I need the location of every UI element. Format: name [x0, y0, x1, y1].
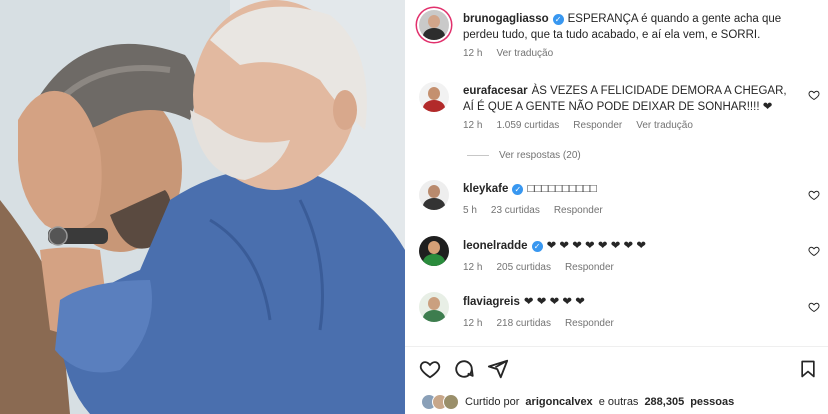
comment-eurafacesar: eurafacesar ÀS VEZES A FELICIDADE DEMORA … — [463, 83, 798, 115]
comment-avatar-kleykafe[interactable] — [419, 180, 449, 210]
comment-text: ❤ ❤ ❤ ❤ ❤ ❤ ❤ ❤ — [546, 240, 647, 252]
comment-username[interactable]: flaviagreis — [463, 296, 520, 308]
comment-kleykafe: kleykafe ✓ □□□□□□□□□□ — [463, 181, 798, 197]
verified-badge-icon: ✓ — [512, 184, 524, 195]
liked-by-user[interactable]: arigoncalvex — [525, 396, 592, 408]
post-actions — [419, 358, 509, 380]
caption-username[interactable]: brunogagliasso — [463, 13, 549, 25]
comment-time: 12 h — [463, 318, 483, 329]
comment-username[interactable]: leonelradde — [463, 240, 528, 252]
comment-likes[interactable]: 218 curtidas — [496, 318, 550, 329]
comment-like-heart-icon[interactable] — [808, 89, 820, 101]
comment-meta: 12 h 1.059 curtidas Responder Ver traduç… — [463, 120, 693, 131]
heart-icon[interactable] — [419, 358, 441, 380]
caption-meta: 12 h Ver tradução — [463, 48, 553, 59]
comment-leonelradde: leonelradde ✓ ❤ ❤ ❤ ❤ ❤ ❤ ❤ ❤ — [463, 238, 798, 254]
comment-time: 12 h — [463, 262, 483, 273]
comment-likes[interactable]: 1.059 curtidas — [496, 120, 559, 131]
view-replies-label[interactable]: Ver respostas (20) — [499, 150, 581, 161]
liked-by-avatars[interactable] — [421, 394, 459, 410]
caption-avatar[interactable] — [419, 10, 449, 40]
reply-link[interactable]: Responder — [554, 205, 603, 216]
comment-like-heart-icon[interactable] — [808, 189, 820, 201]
comment-like-heart-icon[interactable] — [808, 245, 820, 257]
comment-avatar-leonelradde[interactable] — [419, 236, 449, 266]
liked-by: Curtido por arigoncalvex e outras 288,30… — [421, 394, 734, 410]
liked-by-count[interactable]: 288,305 — [644, 396, 684, 408]
verified-badge-icon: ✓ — [552, 14, 564, 25]
bookmark-icon[interactable] — [798, 358, 818, 380]
translate-link[interactable]: Ver tradução — [636, 120, 693, 131]
view-replies[interactable]: Ver respostas (20) — [467, 150, 581, 161]
comments-panel: brunogagliasso ✓ ESPERANÇA é quando a gent… — [405, 0, 828, 414]
comment-text: ❤ ❤ ❤ ❤ ❤ — [523, 296, 585, 308]
comment-time: 5 h — [463, 205, 477, 216]
comment-avatar-flaviagreis[interactable] — [419, 292, 449, 322]
liker-avatar — [443, 394, 459, 410]
comment-icon[interactable] — [453, 358, 475, 380]
post-photo-illustration — [0, 0, 405, 414]
comment-text: □□□□□□□□□□ — [527, 183, 597, 195]
comment-like-heart-icon[interactable] — [808, 301, 820, 313]
comment-meta: 12 h 205 curtidas Responder — [463, 262, 614, 273]
reply-link[interactable]: Responder — [565, 262, 614, 273]
comment-username[interactable]: kleykafe — [463, 183, 508, 195]
verified-badge-icon: ✓ — [531, 241, 543, 252]
caption: brunogagliasso ✓ ESPERANÇA é quando a gent… — [463, 11, 798, 43]
reply-link[interactable]: Responder — [565, 318, 614, 329]
comment-avatar-eurafacesar[interactable] — [419, 82, 449, 112]
comment-meta: 12 h 218 curtidas Responder — [463, 318, 614, 329]
comment-likes[interactable]: 205 curtidas — [496, 262, 550, 273]
comment-likes[interactable]: 23 curtidas — [491, 205, 540, 216]
replies-divider — [467, 155, 489, 156]
caption-translate-link[interactable]: Ver tradução — [496, 48, 553, 59]
comment-time: 12 h — [463, 120, 483, 131]
liked-by-prefix: Curtido por — [465, 396, 520, 408]
actions-divider — [405, 346, 828, 347]
comment-meta: 5 h 23 curtidas Responder — [463, 205, 603, 216]
liked-by-conj: e outras — [598, 396, 639, 408]
share-icon[interactable] — [487, 358, 509, 380]
caption-time: 12 h — [463, 48, 483, 59]
comment-username[interactable]: eurafacesar — [463, 85, 528, 97]
post-photo[interactable] — [0, 0, 405, 414]
comment-flaviagreis: flaviagreis ❤ ❤ ❤ ❤ ❤ — [463, 294, 798, 310]
liked-by-suffix[interactable]: pessoas — [690, 396, 734, 408]
reply-link[interactable]: Responder — [573, 120, 622, 131]
